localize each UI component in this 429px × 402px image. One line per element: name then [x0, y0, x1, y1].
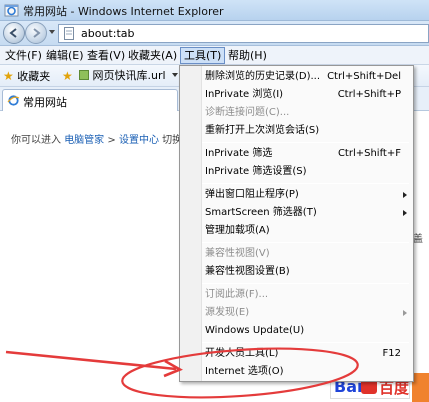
menu-item-inprivate-browsing[interactable]: InPrivate 浏览(I) Ctrl+Shift+P — [180, 86, 413, 104]
menu-item-inprivate-filter-settings[interactable]: InPrivate 筛选设置(S) — [180, 163, 413, 181]
address-bar[interactable]: about:tab — [58, 24, 429, 43]
menu-item-shortcut: Ctrl+Shift+F — [337, 148, 401, 159]
orange-banner — [412, 373, 429, 402]
menu-separator — [202, 342, 409, 343]
menu-item-shortcut: Ctrl+Shift+P — [337, 89, 401, 100]
title-bar: 常用网站 - Windows Internet Explorer — [0, 0, 429, 21]
menu-item-compat-view-settings[interactable]: 兼容性视图设置(B) — [180, 263, 413, 281]
settings-center-link[interactable]: 设置中心 — [119, 135, 159, 146]
chevron-down-icon[interactable] — [172, 73, 179, 77]
menu-item-label: 开发人员工具(L) — [205, 348, 279, 359]
tab-common-sites[interactable]: 常用网站 — [2, 89, 178, 111]
menu-bar: 文件(F) 编辑(E) 查看(V) 收藏夹(A) 工具(T) 帮助(H) — [0, 46, 429, 65]
menu-item-label: 源发现(E) — [205, 307, 250, 318]
guide-text: 你可以进入 电脑管家 > 设置中心 切换为 — [11, 131, 192, 146]
back-arrow-icon — [9, 28, 17, 38]
menu-edit[interactable]: 编辑(E) — [43, 48, 87, 63]
menu-item-label: SmartScreen 筛选器(T) — [205, 207, 317, 218]
menu-item-developer-tools[interactable]: 开发人员工具(L) F12 — [180, 345, 413, 363]
menu-item-reopen-session[interactable]: 重新打开上次浏览会话(S) — [180, 122, 413, 140]
menu-item-subscribe-feed: 订阅此源(F)... — [180, 286, 413, 304]
ie-app-icon — [4, 4, 19, 17]
menu-file[interactable]: 文件(F) — [2, 48, 45, 63]
forward-arrow-icon — [33, 28, 41, 38]
menu-item-shortcut: Ctrl+Shift+Del — [327, 71, 401, 82]
menu-item-manage-addons[interactable]: 管理加载项(A) — [180, 222, 413, 240]
submenu-arrow-icon — [403, 210, 407, 216]
menu-item-label: Internet 选项(O) — [205, 366, 284, 377]
menu-favorites[interactable]: 收藏夹(A) — [125, 48, 180, 63]
menu-item-label: 兼容性视图设置(B) — [205, 266, 290, 277]
star-icon: ★ — [3, 69, 14, 83]
menu-item-feed-discovery: 源发现(E) — [180, 304, 413, 322]
recent-pages-dropdown-icon[interactable] — [49, 30, 55, 34]
back-button[interactable] — [3, 22, 25, 44]
breadcrumb-separator: > — [107, 135, 116, 146]
link-icon — [79, 70, 89, 80]
menu-item-popup-blocker[interactable]: 弹出窗口阻止程序(P) — [180, 186, 413, 204]
menu-item-internet-options[interactable]: Internet 选项(O) — [180, 363, 413, 381]
pc-manager-link[interactable]: 电脑管家 — [64, 135, 104, 146]
menu-item-label: Windows Update(U) — [205, 325, 305, 336]
menu-item-label: 删除浏览的历史记录(D)... — [205, 71, 321, 82]
forward-button[interactable] — [25, 22, 47, 44]
menu-separator — [202, 283, 409, 284]
menu-item-label: InPrivate 筛选设置(S) — [205, 166, 307, 177]
menu-item-label: InPrivate 筛选 — [205, 148, 273, 159]
favorites-label: 收藏夹 — [17, 70, 51, 83]
menu-item-inprivate-filter[interactable]: InPrivate 筛选 Ctrl+Shift+F — [180, 145, 413, 163]
menu-item-label: 兼容性视图(V) — [205, 248, 270, 259]
menu-view[interactable]: 查看(V) — [84, 48, 128, 63]
address-url: about:tab — [81, 27, 135, 40]
menu-item-label: 订阅此源(F)... — [205, 289, 269, 300]
menu-separator — [202, 142, 409, 143]
tools-menu: 删除浏览的历史记录(D)... Ctrl+Shift+Del InPrivate… — [179, 65, 414, 382]
favorite-link-label: 网页快讯库.url — [92, 69, 166, 82]
menu-item-label: InPrivate 浏览(I) — [205, 89, 284, 100]
page-icon — [64, 27, 74, 40]
window-title: 常用网站 - Windows Internet Explorer — [23, 5, 224, 18]
menu-item-label: 弹出窗口阻止程序(P) — [205, 189, 299, 200]
add-favorite-star-icon: ★ — [62, 69, 73, 83]
favorites-button[interactable]: ★ 收藏夹 — [3, 68, 50, 84]
menu-item-label: 诊断连接问题(C)... — [205, 107, 290, 118]
menu-item-windows-update[interactable]: Windows Update(U) — [180, 322, 413, 340]
menu-item-shortcut: F12 — [382, 348, 401, 359]
menu-item-diagnose-connection: 诊断连接问题(C)... — [180, 104, 413, 122]
menu-help[interactable]: 帮助(H) — [225, 48, 270, 63]
menu-tools[interactable]: 工具(T) — [180, 47, 226, 64]
right-edge-text: 盖 — [413, 234, 423, 245]
menu-item-label: 重新打开上次浏览会话(S) — [205, 125, 320, 136]
intro-text: 你可以进入 — [11, 135, 61, 146]
add-favorite-button[interactable]: ★ — [62, 68, 73, 84]
menu-item-smartscreen[interactable]: SmartScreen 筛选器(T) — [180, 204, 413, 222]
ie-icon — [7, 95, 20, 106]
submenu-arrow-icon — [403, 192, 407, 198]
menu-separator — [202, 242, 409, 243]
menu-item-compat-view: 兼容性视图(V) — [180, 245, 413, 263]
menu-separator — [202, 183, 409, 184]
favorite-link[interactable]: 网页快讯库.url — [79, 68, 179, 84]
menu-item-delete-history[interactable]: 删除浏览的历史记录(D)... Ctrl+Shift+Del — [180, 68, 413, 86]
navigation-bar: about:tab — [0, 21, 429, 46]
submenu-arrow-icon — [403, 310, 407, 316]
menu-item-label: 管理加载项(A) — [205, 225, 270, 236]
tab-label: 常用网站 — [23, 96, 67, 109]
